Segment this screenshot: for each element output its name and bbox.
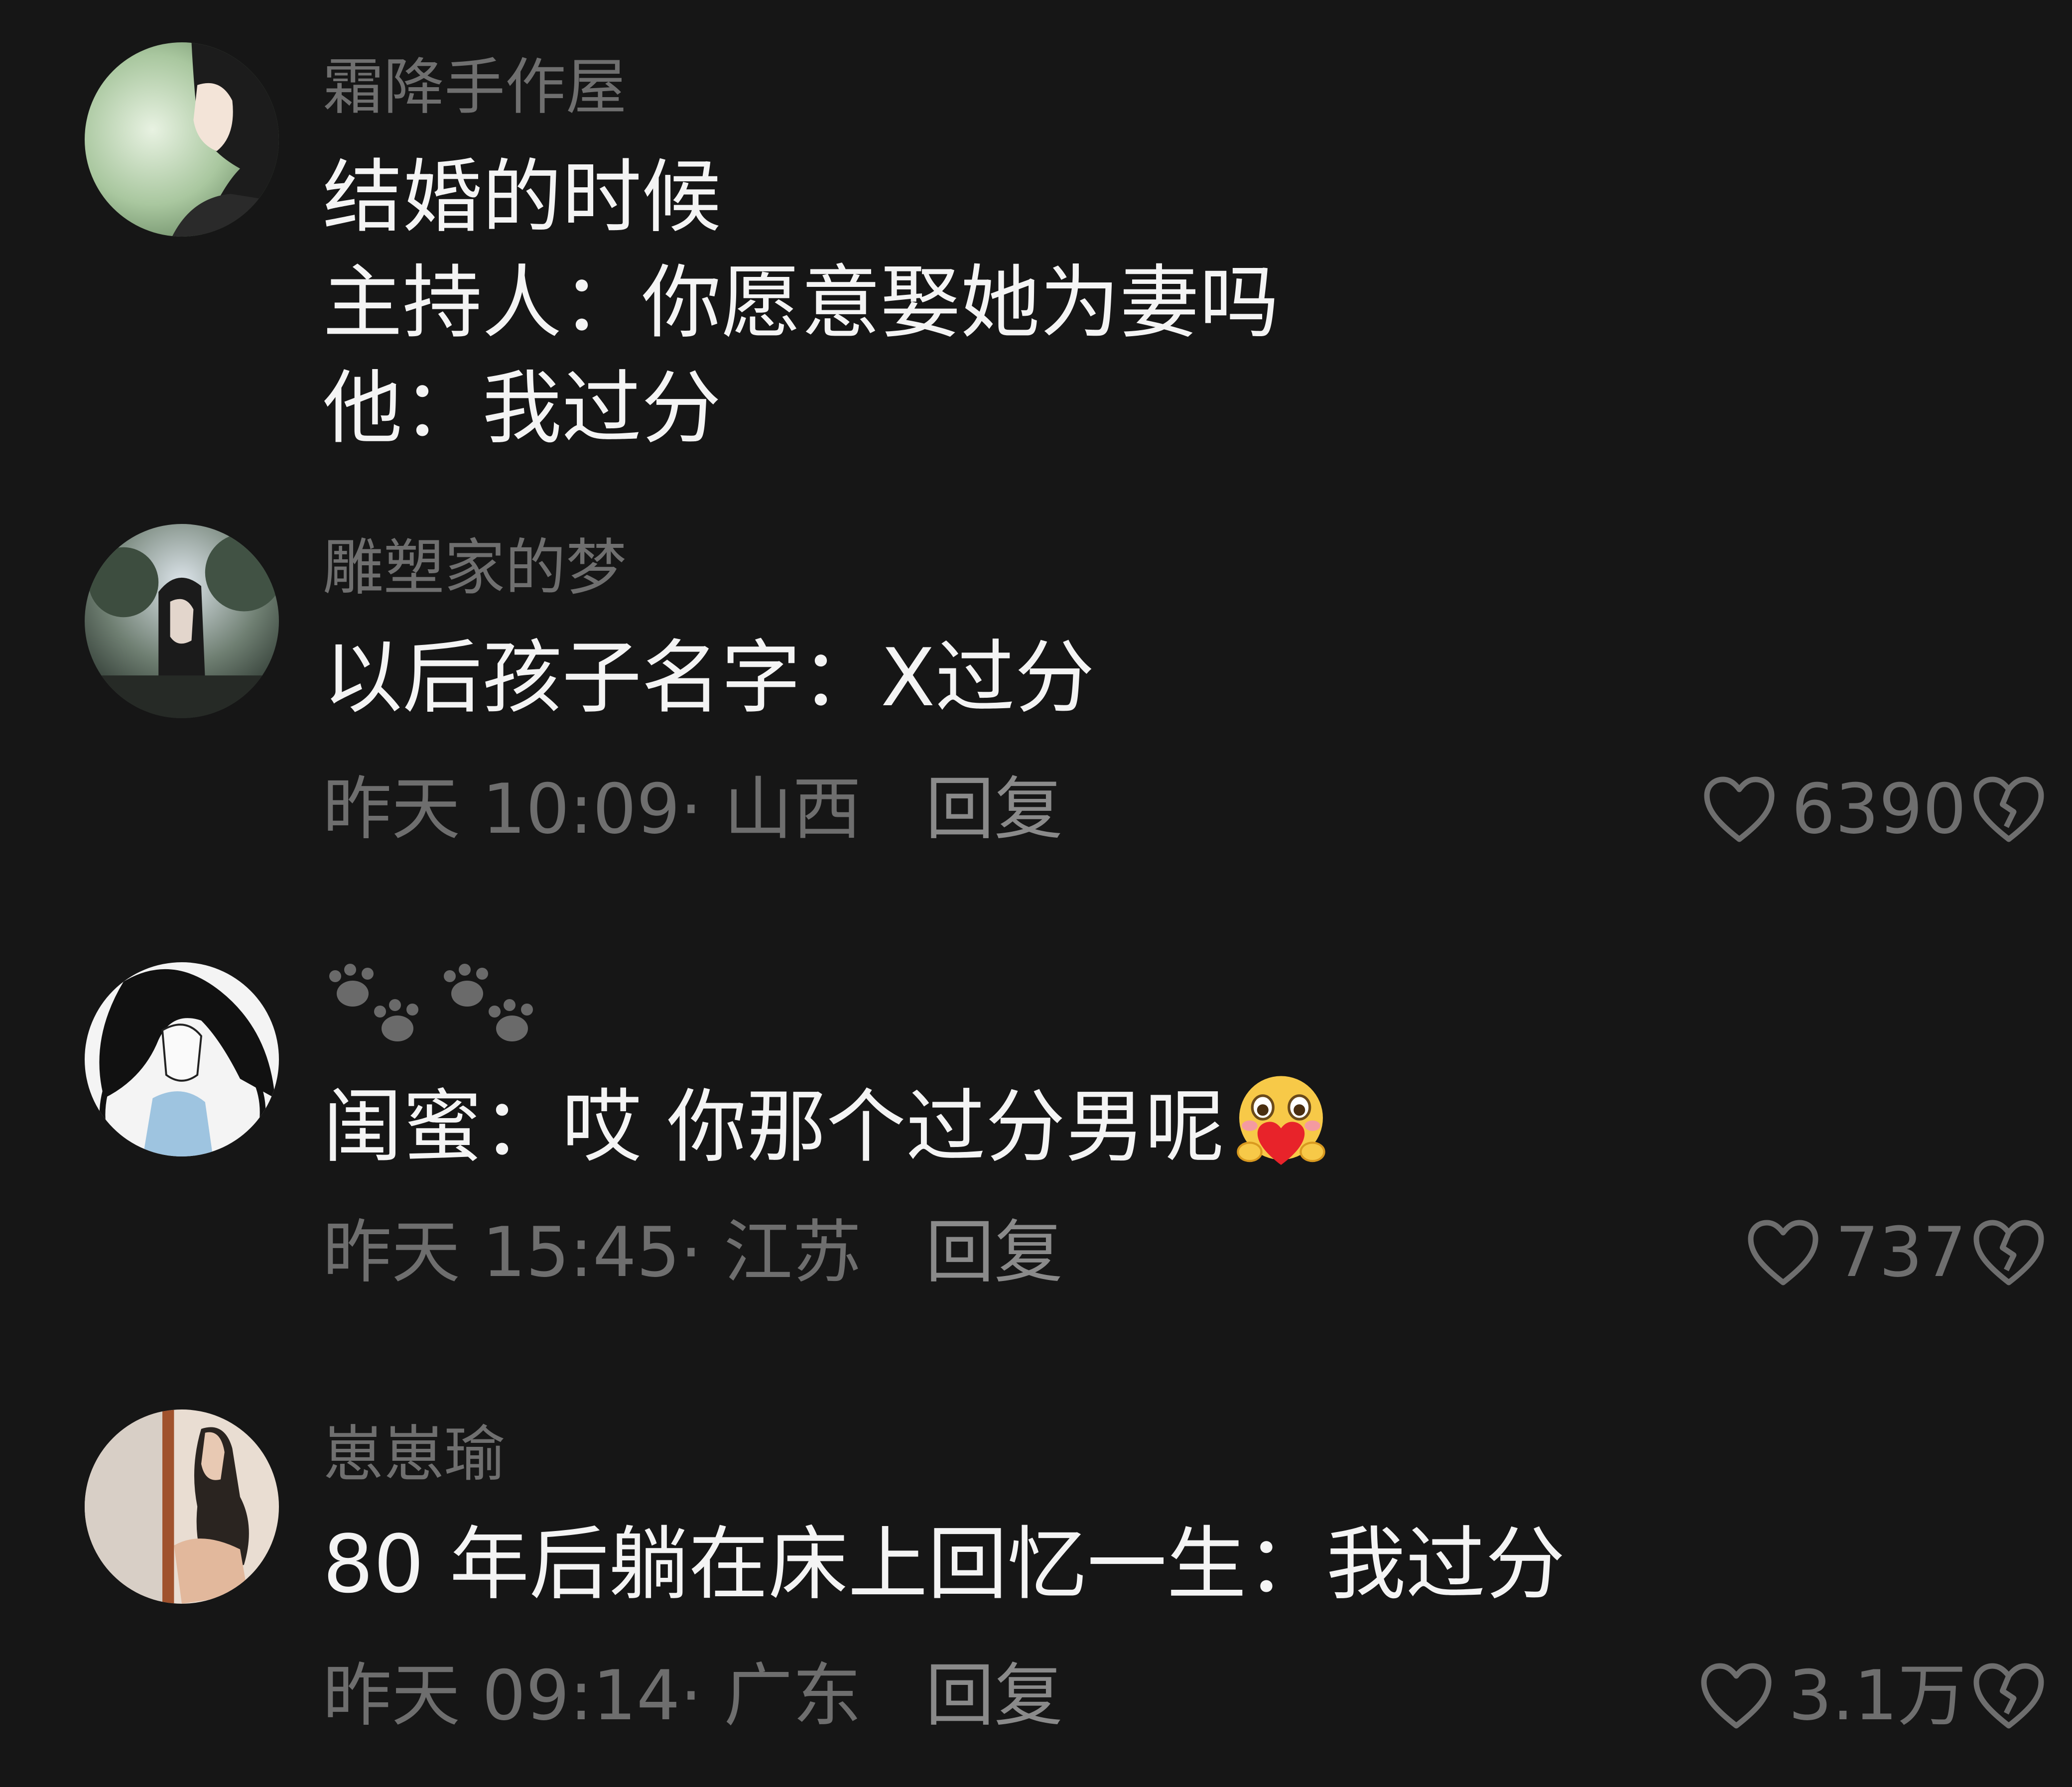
like-count: 6390	[1791, 769, 1966, 849]
heart-icon	[1748, 1220, 1818, 1285]
comment-text: 以后孩子名字：X过分	[323, 625, 1095, 731]
username[interactable]: 崽崽瑜	[323, 1417, 505, 1492]
comment-line: 结婚的时候	[323, 150, 722, 244]
like-button[interactable]: 3.1万	[1699, 1651, 1966, 1741]
heart-icon	[1701, 1663, 1772, 1729]
comment-line: 他：我过分	[323, 362, 722, 455]
timestamp-location: 昨天 15:45· 江苏	[323, 1212, 862, 1292]
avatar[interactable]	[85, 42, 279, 237]
broken-heart-icon[interactable]	[1971, 1661, 2046, 1731]
comment-text: 结婚的时候 主持人：你愿意娶她为妻吗 他：我过分	[323, 144, 1279, 461]
avatar[interactable]	[85, 524, 279, 718]
comment-text: 闺蜜：哎 你那个过分男呢	[323, 1071, 1333, 1180]
comment-meta: 昨天 10:09· 山西 回复 6390	[323, 765, 2044, 854]
reply-button[interactable]: 回复	[925, 1651, 1063, 1741]
reply-button[interactable]: 回复	[925, 1208, 1063, 1297]
blushing-heart-emoji	[1237, 1076, 1325, 1165]
avatar[interactable]	[85, 1409, 279, 1604]
comment-line: 80 年后躺在床上回忆一生：我过分	[323, 1518, 1565, 1611]
like-count: 3.1万	[1788, 1656, 1966, 1736]
comment-line: 主持人：你愿意娶她为妻吗	[323, 256, 1280, 349]
avatar[interactable]	[85, 962, 279, 1156]
comment-line: 闺蜜：哎 你那个过分男呢	[323, 1071, 1333, 1180]
timestamp-location: 昨天 09:14· 广东	[323, 1656, 862, 1736]
comment-list: 霜降手作屋 结婚的时候 主持人：你愿意娶她为妻吗 他：我过分 雕塑家的梦 以后孩…	[0, 0, 2072, 1787]
timestamp-location: 昨天 10:09· 山西	[323, 769, 862, 849]
comment-meta: 昨天 15:45· 江苏 回复 737	[323, 1208, 2044, 1297]
broken-heart-icon[interactable]	[1971, 1218, 2046, 1287]
comment-text: 80 年后躺在床上回忆一生：我过分	[323, 1512, 1565, 1617]
comment-meta: 昨天 09:14· 广东 回复 3.1万	[323, 1651, 2044, 1741]
comment-line: 以后孩子名字：X过分	[323, 631, 1095, 724]
heart-icon	[1704, 776, 1775, 842]
username[interactable]: 霜降手作屋	[323, 50, 627, 125]
username[interactable]: 雕塑家的梦	[323, 530, 627, 605]
reply-button[interactable]: 回复	[925, 765, 1063, 854]
paw-prints-icon	[329, 964, 533, 1041]
comment-line-text: 闺蜜：哎 你那个过分男呢	[323, 1080, 1225, 1173]
like-count: 737	[1835, 1212, 1966, 1292]
like-button[interactable]: 6390	[1702, 765, 1966, 854]
broken-heart-icon[interactable]	[1971, 774, 2046, 844]
like-button[interactable]: 737	[1746, 1208, 1966, 1297]
